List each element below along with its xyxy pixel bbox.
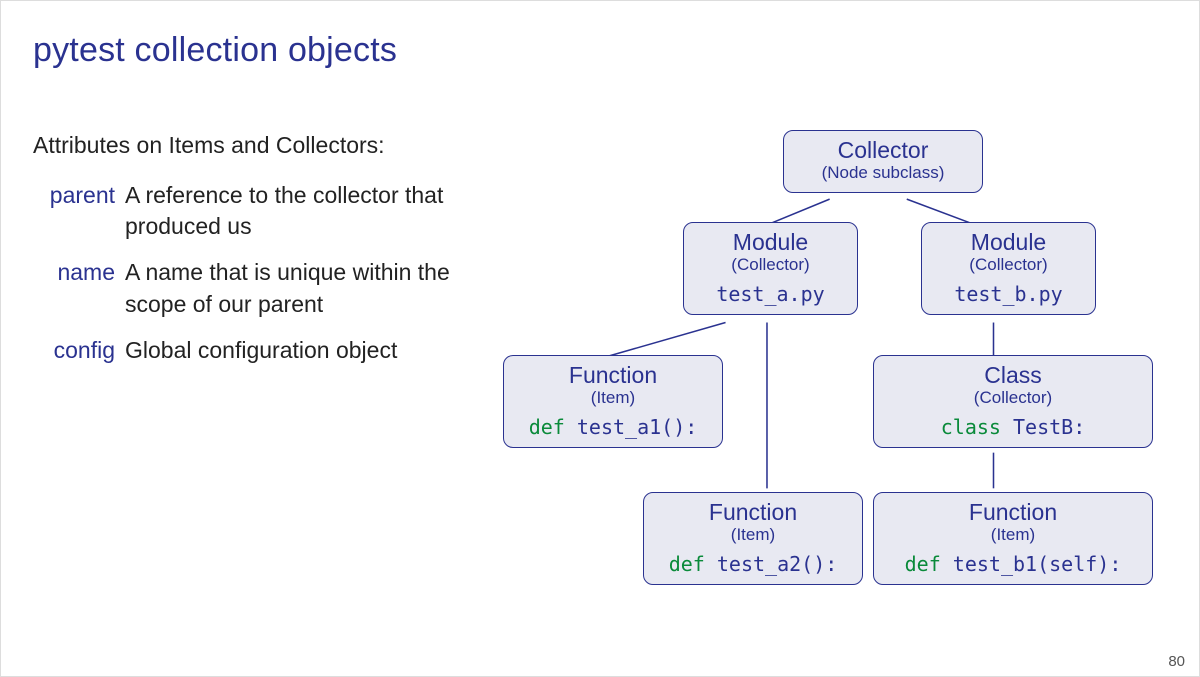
code-rest: test_b.py <box>954 282 1062 306</box>
node-title: Function <box>512 362 714 388</box>
attr-term-parent: parent <box>33 180 115 243</box>
node-title: Class <box>882 362 1144 388</box>
node-function-a2: Function (Item) def test_a2(): <box>643 492 863 585</box>
node-function-b1: Function (Item) def test_b1(self): <box>873 492 1153 585</box>
node-collector: Collector (Node subclass) <box>783 130 983 193</box>
attr-desc: A reference to the collector that produc… <box>125 180 463 243</box>
node-title: Module <box>930 229 1087 255</box>
node-function-a1: Function (Item) def test_a1(): <box>503 355 723 448</box>
node-subtype: (Collector) <box>930 254 1087 275</box>
attr-desc: A name that is unique within the scope o… <box>125 257 463 320</box>
code-keyword: def <box>529 415 577 439</box>
attr-term-name: name <box>33 257 115 320</box>
node-code: class TestB: <box>882 415 1144 439</box>
node-title: Module <box>692 229 849 255</box>
node-title: Function <box>652 499 854 525</box>
attr-row: config Global configuration object <box>33 335 463 367</box>
node-subtype: (Item) <box>652 524 854 545</box>
node-subtype: (Collector) <box>882 387 1144 408</box>
node-code: test_a.py <box>692 282 849 306</box>
content-area: Attributes on Items and Collectors: pare… <box>33 130 1167 650</box>
node-module-b: Module (Collector) test_b.py <box>921 222 1096 315</box>
code-keyword: def <box>905 552 953 576</box>
attr-desc: Global configuration object <box>125 335 463 367</box>
slide: pytest collection objects Attributes on … <box>0 0 1200 677</box>
code-keyword: class <box>941 415 1013 439</box>
node-subtype: (Collector) <box>692 254 849 275</box>
node-subtype: (Item) <box>882 524 1144 545</box>
node-subtype: (Node subclass) <box>792 162 974 183</box>
node-class-b: Class (Collector) class TestB: <box>873 355 1153 448</box>
code-rest: test_a2(): <box>717 552 837 576</box>
attributes-list: Attributes on Items and Collectors: pare… <box>33 130 463 380</box>
node-title: Function <box>882 499 1144 525</box>
page-number: 80 <box>1168 653 1185 670</box>
node-subtype: (Item) <box>512 387 714 408</box>
tree-diagram: Collector (Node subclass) Module (Collec… <box>473 130 1167 650</box>
attrs-heading: Attributes on Items and Collectors: <box>33 130 463 162</box>
node-code: def test_a2(): <box>652 552 854 576</box>
node-code: def test_b1(self): <box>882 552 1144 576</box>
code-rest: test_a.py <box>716 282 824 306</box>
code-keyword: def <box>669 552 717 576</box>
code-rest: TestB: <box>1013 415 1085 439</box>
attr-row: name A name that is unique within the sc… <box>33 257 463 320</box>
node-title: Collector <box>792 137 974 163</box>
attr-term-config: config <box>33 335 115 367</box>
page-title: pytest collection objects <box>33 31 1167 70</box>
node-code: def test_a1(): <box>512 415 714 439</box>
code-rest: test_b1(self): <box>953 552 1122 576</box>
node-module-a: Module (Collector) test_a.py <box>683 222 858 315</box>
node-code: test_b.py <box>930 282 1087 306</box>
attr-row: parent A reference to the collector that… <box>33 180 463 243</box>
code-rest: test_a1(): <box>577 415 697 439</box>
